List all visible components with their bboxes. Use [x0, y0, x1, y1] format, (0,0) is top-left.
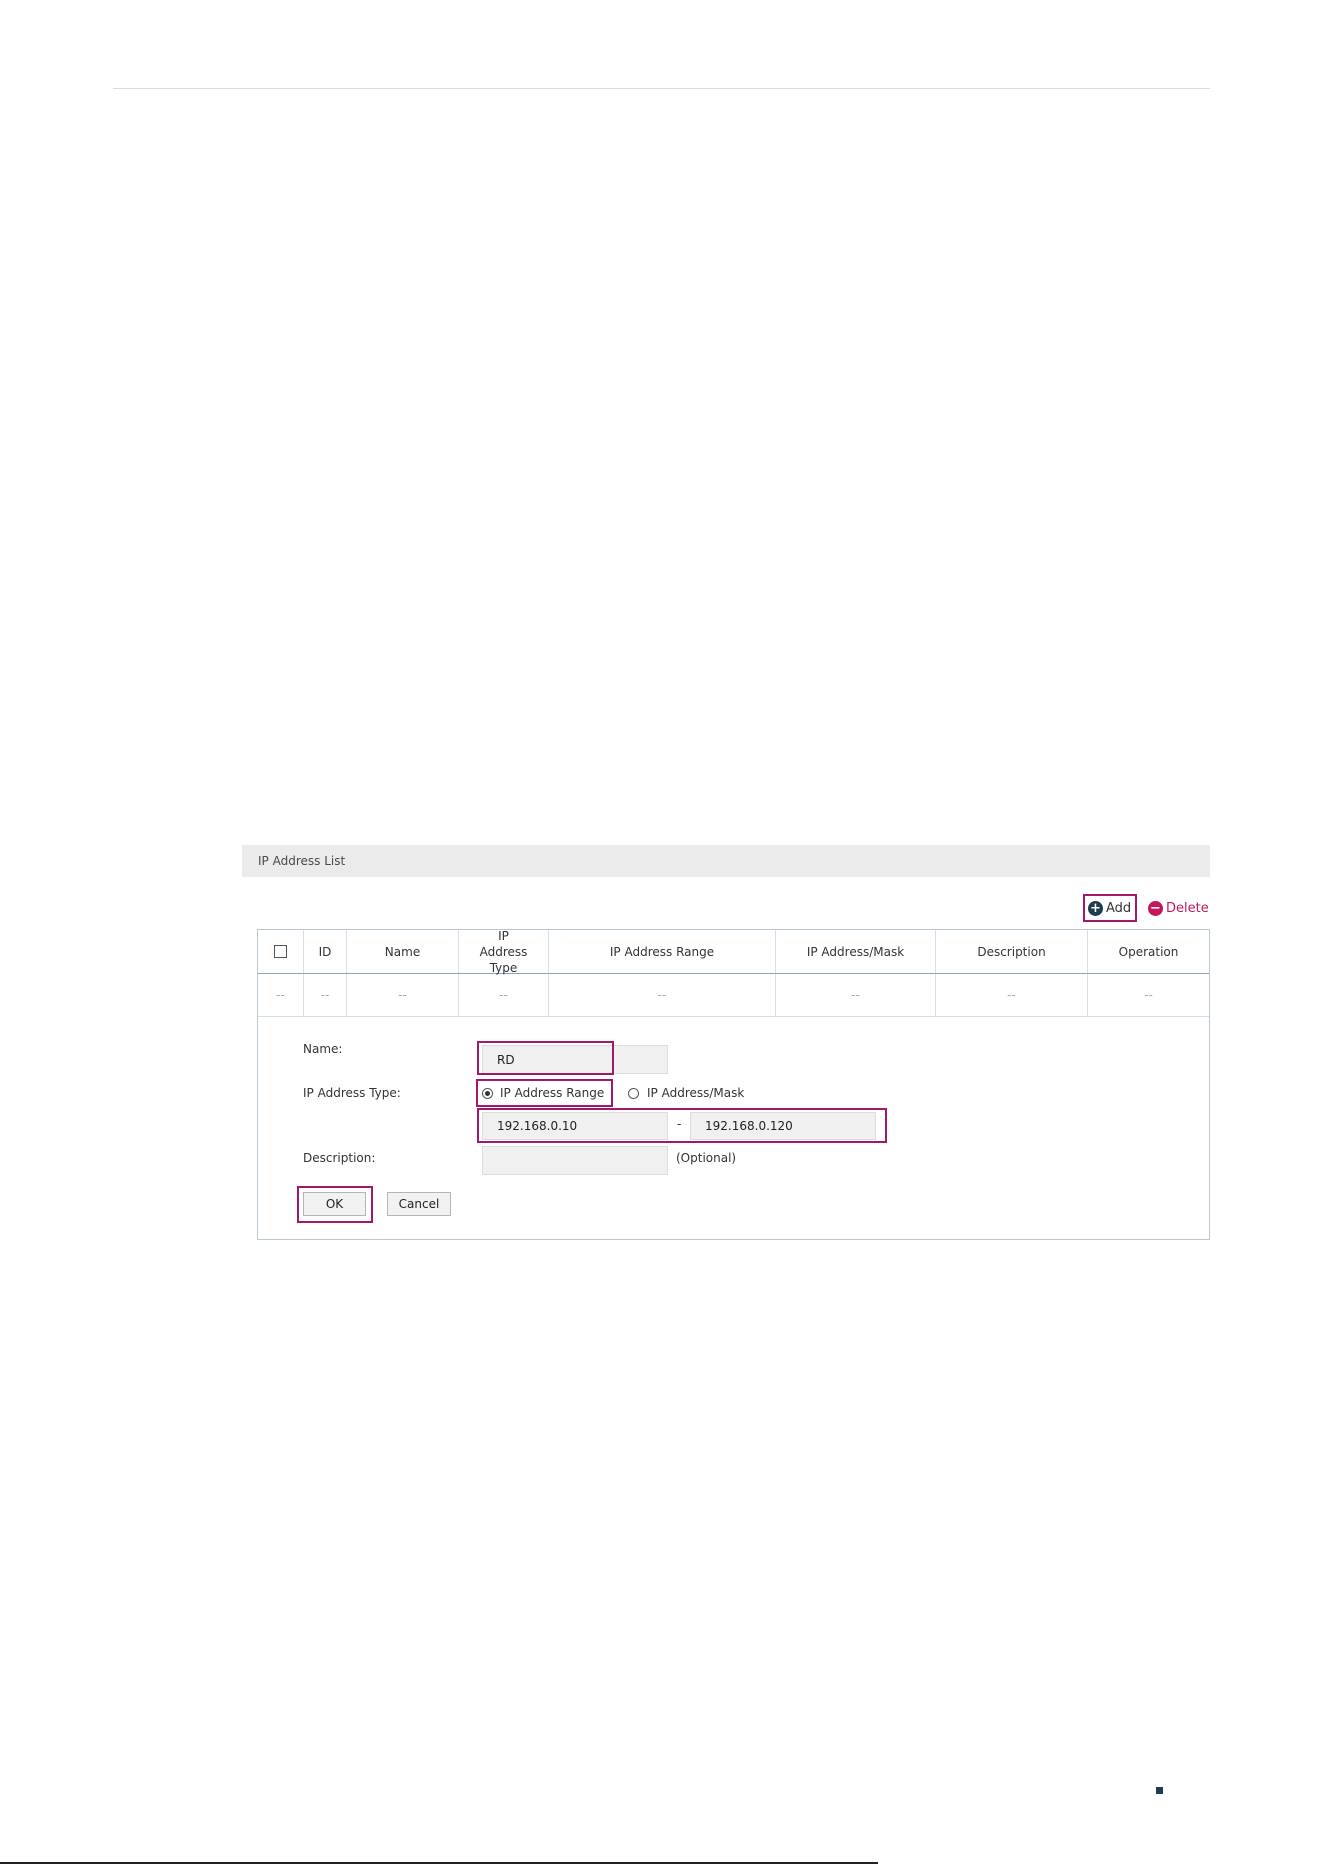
bottom-divider [0, 1862, 878, 1864]
select-all-cell [258, 930, 304, 973]
select-all-checkbox[interactable] [274, 945, 287, 958]
column-header-id: ID [304, 930, 347, 973]
ip-range-end-field[interactable]: 192.168.0.120 [690, 1112, 876, 1140]
row-cell-select: -- [258, 974, 304, 1016]
ip-address-range-option-label[interactable]: IP Address Range [500, 1086, 604, 1100]
ok-button[interactable]: OK [303, 1192, 366, 1216]
panel-title: IP Address List [242, 845, 1210, 877]
page-marker [1156, 1787, 1163, 1794]
cancel-button[interactable]: Cancel [387, 1192, 451, 1216]
delete-label: Delete [1166, 900, 1209, 916]
column-header-name: Name [347, 930, 459, 973]
row-cell-operation: -- [1144, 988, 1153, 1002]
add-label: Add [1106, 900, 1132, 916]
top-divider [113, 88, 1210, 89]
ip-address-mask-option-label[interactable]: IP Address/Mask [647, 1086, 744, 1100]
add-button[interactable]: + Add [1083, 894, 1137, 922]
column-header-description: Description [936, 930, 1088, 973]
description-field[interactable] [482, 1146, 668, 1175]
ip-address-type-label: IP Address Type: [303, 1086, 401, 1100]
row-cell-name: -- [347, 974, 459, 1016]
optional-hint: (Optional) [676, 1151, 737, 1165]
table-row: -- -- -- -- -- -- -- -- [258, 974, 1209, 1017]
row-cell-id: -- [304, 974, 347, 1016]
column-header-ip-address-range: IP Address Range [549, 930, 776, 973]
ip-address-range-radio[interactable] [482, 1088, 493, 1099]
plus-circle-icon: + [1088, 900, 1103, 916]
row-cell-ip-address-range: -- [549, 974, 776, 1016]
ip-address-mask-radio[interactable] [628, 1088, 639, 1099]
column-header-ip-address-type-label: IP Address Type [479, 928, 528, 975]
minus-circle-icon: − [1148, 900, 1163, 916]
name-field[interactable]: RD [482, 1045, 668, 1074]
column-header-ip-address-type: IP Address Type [459, 928, 549, 975]
delete-button[interactable]: − Delete [1148, 894, 1209, 922]
row-cell-ip-address-type: -- [459, 974, 549, 1016]
row-cell-ip-address-mask: -- [776, 974, 936, 1016]
row-cell-description: -- [936, 974, 1088, 1016]
description-label: Description: [303, 1151, 376, 1165]
column-header-operation: Operation [1118, 944, 1179, 959]
name-label: Name: [303, 1042, 343, 1056]
table-header-row: ID Name IP Address Type IP Address Range… [258, 928, 1209, 975]
ip-range-separator: - [677, 1117, 682, 1131]
ip-range-start-field[interactable]: 192.168.0.10 [482, 1112, 668, 1140]
column-header-ip-address-mask: IP Address/Mask [776, 930, 936, 973]
